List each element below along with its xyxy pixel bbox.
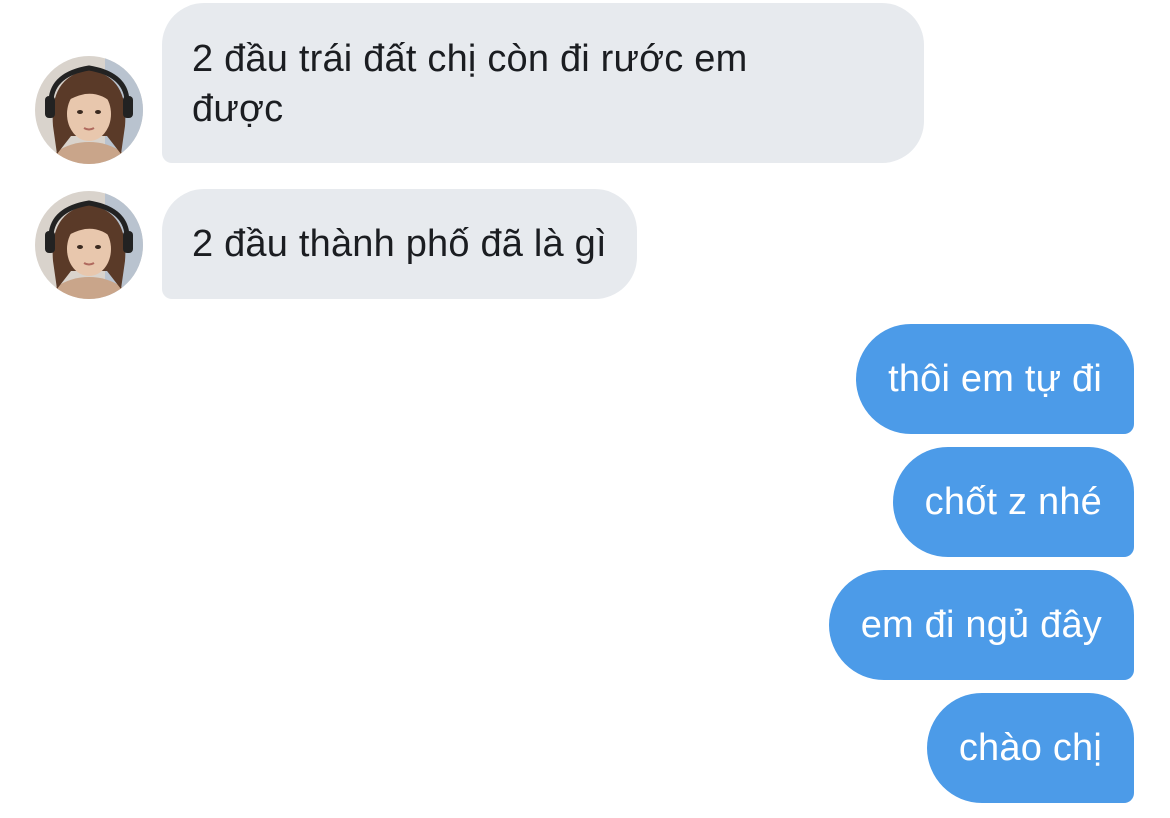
outgoing-message[interactable]: chốt z nhé [892, 447, 1134, 557]
outgoing-message[interactable]: em đi ngủ đây [828, 570, 1134, 680]
contact-avatar[interactable] [35, 56, 143, 164]
avatar-photo-icon [35, 191, 143, 299]
incoming-message[interactable]: 2 đầu trái đất chị còn đi rước em được [162, 3, 924, 163]
avatar-photo-icon [35, 56, 143, 164]
incoming-message[interactable]: 2 đầu thành phố đã là gì [162, 189, 637, 299]
outgoing-message[interactable]: chào chị [926, 693, 1134, 803]
contact-avatar[interactable] [35, 191, 143, 299]
chat-thread: 2 đầu trái đất chị còn đi rước em được 2… [0, 0, 1170, 818]
outgoing-message[interactable]: thôi em tự đi [856, 324, 1134, 434]
